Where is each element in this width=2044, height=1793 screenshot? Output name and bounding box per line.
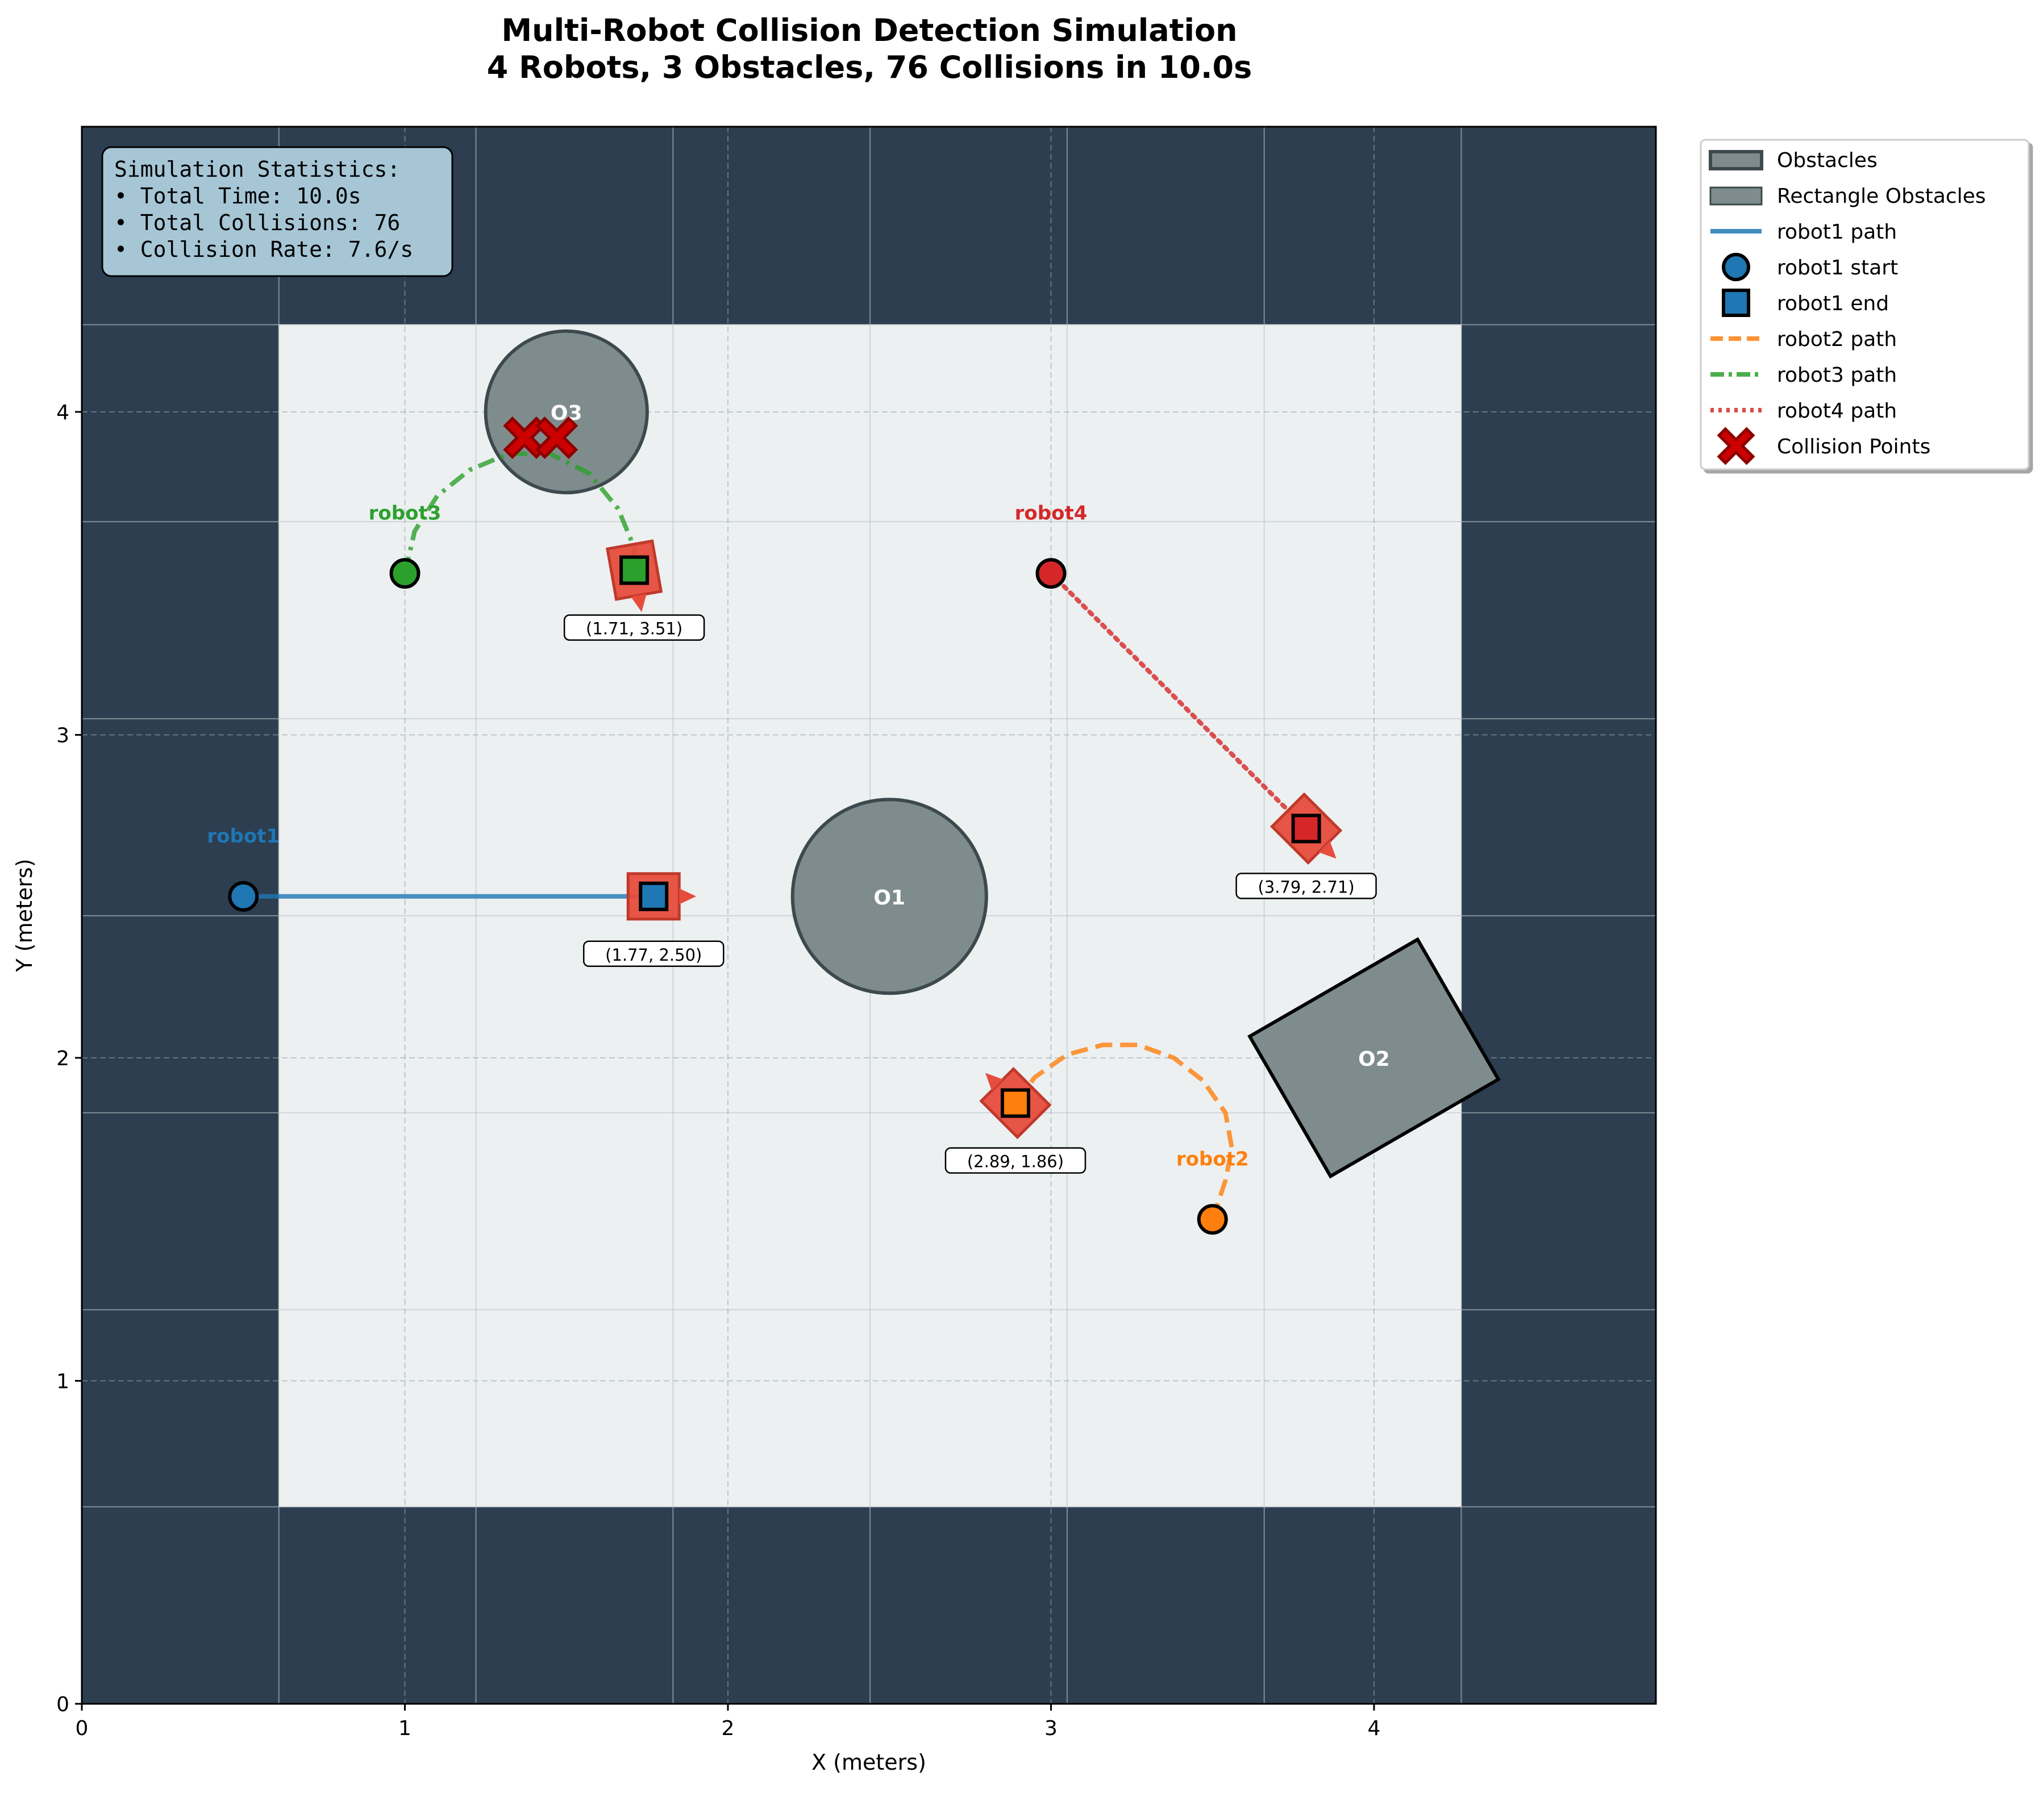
legend-label: robot4 path xyxy=(1777,399,1897,423)
legend-swatch xyxy=(1722,289,1750,317)
robot4-end-label: (3.79, 2.71) xyxy=(1258,877,1355,896)
robot2-name-label: robot2 xyxy=(1176,1148,1249,1170)
y-tick-label: 3 xyxy=(56,724,69,748)
robot2-end-marker xyxy=(1000,1088,1030,1118)
legend-item-rectangle-obstacles: Rectangle Obstacles xyxy=(1709,185,1986,208)
legend-swatch xyxy=(1709,150,1763,170)
legend-label: Collision Points xyxy=(1777,435,1930,458)
legend-label: robot2 path xyxy=(1777,328,1897,351)
obstacle-label: O2 xyxy=(1358,1048,1390,1071)
figure: Multi-Robot Collision Detection Simulati… xyxy=(12,12,2030,1775)
robot2-start-marker xyxy=(1197,1204,1228,1235)
legend-swatch xyxy=(1722,253,1750,281)
chart-title: Multi-Robot Collision Detection Simulati… xyxy=(501,12,1237,48)
plot-area: O1O2O3 robot1(1.77, 2.50)robot2(2.89, 1.… xyxy=(12,126,1657,1775)
legend-label: Rectangle Obstacles xyxy=(1777,185,1986,208)
legend-label: robot1 start xyxy=(1777,256,1898,280)
stats-line-collisions: • Total Collisions: 76 xyxy=(114,210,400,235)
obstacle-label: O1 xyxy=(873,886,905,910)
robot1-start-marker xyxy=(228,881,259,912)
legend-item-obstacles: Obstacles xyxy=(1709,149,1878,172)
legend-item-robot1-end: robot1 end xyxy=(1722,289,1889,317)
robot3-start-marker xyxy=(389,558,421,589)
x-tick-label: 0 xyxy=(76,1717,89,1740)
y-axis-label: Y (meters) xyxy=(12,858,37,972)
legend-swatch xyxy=(1709,186,1763,206)
robot4-name-label: robot4 xyxy=(1015,502,1088,524)
x-tick-label: 4 xyxy=(1368,1717,1381,1740)
robot4-end-marker xyxy=(1291,814,1321,844)
y-tick-label: 1 xyxy=(56,1370,69,1394)
x-tick-label: 2 xyxy=(722,1717,735,1740)
robot2-end-label: (2.89, 1.86) xyxy=(967,1152,1064,1171)
stats-line-time: • Total Time: 10.0s xyxy=(114,184,361,209)
legend-label: Obstacles xyxy=(1777,149,1878,172)
robot3-end-label: (1.71, 3.51) xyxy=(586,619,682,639)
stats-box: Simulation Statistics: • Total Time: 10.… xyxy=(101,146,453,277)
y-tick-label: 4 xyxy=(56,401,69,424)
robot3-end-marker xyxy=(619,555,650,585)
robot3-name-label: robot3 xyxy=(369,502,442,524)
y-tick-label: 0 xyxy=(56,1693,69,1716)
x-tick-label: 1 xyxy=(398,1717,411,1740)
robot1-name-label: robot1 xyxy=(207,825,280,848)
legend-label: robot1 end xyxy=(1777,292,1889,315)
x-axis-label: X (meters) xyxy=(811,1750,926,1775)
chart-subtitle: 4 Robots, 3 Obstacles, 76 Collisions in … xyxy=(487,49,1252,85)
stats-line-rate: • Collision Rate: 7.6/s xyxy=(114,237,413,262)
x-tick-label: 3 xyxy=(1044,1717,1058,1740)
robot1-end-label: (1.77, 2.50) xyxy=(605,945,702,965)
legend-label: robot3 path xyxy=(1777,364,1897,387)
stats-header: Simulation Statistics: xyxy=(114,157,400,182)
robot4-start-marker xyxy=(1035,558,1067,589)
y-tick-label: 2 xyxy=(56,1047,69,1070)
robot1-end-marker xyxy=(639,881,669,911)
legend-label: robot1 path xyxy=(1777,220,1897,244)
